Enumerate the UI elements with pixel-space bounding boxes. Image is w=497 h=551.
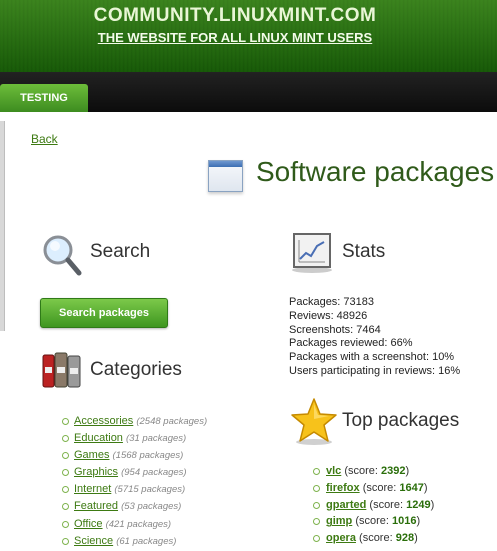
bullet-icon: [62, 469, 69, 477]
bullet-icon: [62, 537, 69, 545]
stat-line: Packages with a screenshot: 10%: [289, 351, 455, 364]
bullet-icon: [313, 535, 320, 543]
list-item: Graphics (954 packages): [62, 464, 207, 481]
tab-testing[interactable]: TESTING: [0, 84, 88, 112]
list-item: Education (31 packages): [62, 430, 207, 447]
list-item: vlc (score: 2392): [313, 463, 434, 480]
score-prefix: (score:: [355, 515, 393, 528]
category-link-games[interactable]: Games: [74, 449, 109, 461]
category-count: (2548 packages): [136, 416, 208, 427]
list-item: firefox (score: 1647): [313, 480, 434, 497]
top-package-link-vlc[interactable]: vlc: [326, 465, 341, 477]
bullet-icon: [62, 503, 69, 511]
top-package-link-firefox[interactable]: firefox: [326, 482, 360, 494]
top-package-link-gparted[interactable]: gparted: [326, 499, 366, 511]
left-border: [0, 121, 5, 331]
score-suffix: ): [423, 481, 428, 494]
score-prefix: (score:: [369, 498, 407, 511]
categories-heading: Categories: [90, 359, 182, 380]
bullet-icon: [313, 468, 320, 475]
category-count: (954 packages): [121, 467, 187, 479]
stats-heading: Stats: [342, 241, 386, 262]
category-count: (5715 packages): [114, 484, 186, 496]
list-item: Office (421 packages): [62, 516, 207, 533]
category-count: (421 packages): [105, 518, 172, 530]
page-title: Software packages: [256, 156, 495, 187]
package-score: 1249: [406, 498, 431, 511]
stat-line: Packages: 73183: [289, 296, 375, 308]
list-item: gparted (score: 1249): [313, 497, 434, 514]
bullet-icon: [62, 520, 69, 528]
stat-line: Screenshots: 7464: [289, 323, 381, 336]
site-subtitle[interactable]: THE WEBSITE FOR ALL LINUX MINT USERS: [0, 30, 470, 45]
category-count: (31 packages): [126, 433, 187, 445]
bullet-icon: [313, 518, 320, 526]
bullet-icon: [62, 486, 69, 494]
category-link-education[interactable]: Education: [74, 432, 123, 444]
package-score: 928: [395, 532, 415, 545]
bullet-icon: [313, 501, 320, 509]
category-count: (53 packages): [121, 501, 182, 513]
score-suffix: ): [414, 532, 418, 545]
list-item: Science (61 packages): [62, 533, 207, 550]
package-score: 1647: [399, 481, 424, 494]
bullet-icon: [62, 452, 69, 460]
list-item: Featured (53 packages): [62, 498, 207, 515]
category-link-science[interactable]: Science: [74, 535, 113, 547]
window-icon: [208, 160, 243, 192]
list-item: opera (score: 928): [313, 530, 434, 547]
category-link-featured[interactable]: Featured: [74, 500, 118, 512]
back-link[interactable]: Back: [31, 132, 58, 146]
top-packages-heading: Top packages: [342, 410, 460, 431]
score-prefix: (score:: [359, 532, 396, 545]
list-item: Accessories (2548 packages): [62, 413, 207, 430]
bullet-icon: [313, 484, 320, 492]
score-suffix: ): [416, 515, 421, 528]
package-score: 1016: [392, 515, 417, 528]
star-icon: [291, 398, 337, 445]
category-count: (61 packages): [116, 535, 177, 547]
score-prefix: (score:: [344, 465, 382, 477]
top-packages-list: vlc (score: 2392) firefox (score: 1647) …: [313, 463, 434, 547]
package-score: 2392: [381, 465, 406, 477]
category-count: (1568 packages): [112, 450, 184, 462]
magnifier-icon: [43, 235, 82, 276]
stats-list: Packages: 73183 Reviews: 48926 Screensho…: [289, 296, 460, 379]
bullet-icon: [62, 418, 69, 425]
list-item: Internet (5715 packages): [62, 481, 207, 498]
top-package-link-gimp[interactable]: gimp: [326, 515, 352, 527]
score-suffix: ): [430, 498, 435, 511]
category-link-graphics[interactable]: Graphics: [74, 466, 118, 478]
category-list: Accessories (2548 packages) Education (3…: [62, 413, 207, 550]
score-suffix: ): [405, 465, 410, 477]
search-heading: Search: [90, 241, 151, 262]
stat-line: Users participating in reviews: 16%: [289, 364, 461, 377]
search-packages-button[interactable]: Search packages: [40, 298, 168, 328]
score-prefix: (score:: [362, 481, 400, 494]
site-title[interactable]: COMMUNITY.LINUXMINT.COM: [0, 5, 470, 27]
category-link-accessories[interactable]: Accessories: [74, 415, 133, 427]
chart-icon: [292, 233, 332, 273]
list-item: gimp (score: 1016): [313, 513, 434, 530]
bullet-icon: [62, 435, 69, 443]
top-package-link-opera[interactable]: opera: [326, 532, 356, 544]
stat-line: Reviews: 48926: [289, 309, 368, 322]
stat-line: Packages reviewed: 66%: [289, 337, 413, 350]
books-icon: [42, 352, 81, 388]
category-link-internet[interactable]: Internet: [74, 483, 111, 495]
list-item: Games (1568 packages): [62, 447, 207, 464]
category-link-office[interactable]: Office: [74, 518, 103, 530]
